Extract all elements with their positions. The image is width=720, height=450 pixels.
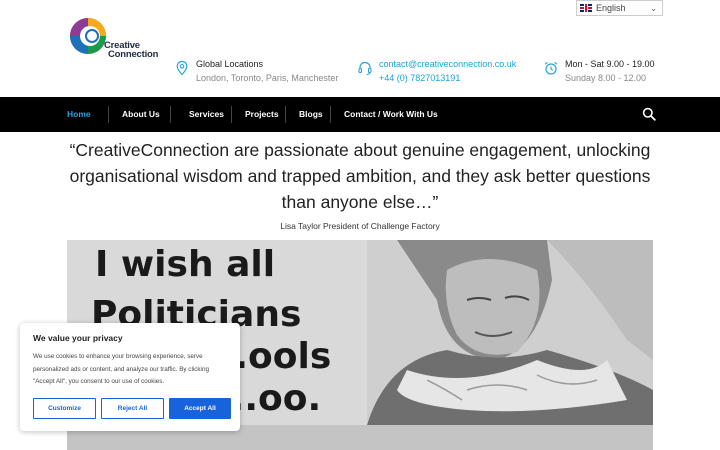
- cookie-buttons: Customize Reject All Accept All: [33, 398, 236, 419]
- nav-item-home[interactable]: Home: [67, 97, 91, 132]
- location-pin-icon: [176, 60, 188, 76]
- site-logo[interactable]: Creative Connection: [68, 16, 160, 60]
- locations-detail: London, Toronto, Paris, Manchester: [196, 73, 339, 83]
- reject-all-button[interactable]: Reject All: [101, 398, 164, 419]
- nav-item-blogs[interactable]: Blogs: [299, 97, 323, 132]
- nav-item-contact[interactable]: Contact / Work With Us: [344, 97, 438, 132]
- nav-item-projects[interactable]: Projects: [245, 97, 279, 132]
- cookie-consent-dialog: We value your privacy We use cookies to …: [20, 323, 240, 431]
- locations-title: Global Locations: [196, 59, 264, 69]
- uk-flag-icon: [580, 4, 592, 12]
- hours-weekdays: Mon - Sat 9.00 - 19.00: [565, 59, 655, 69]
- contact-phone-link[interactable]: +44 (0) 7827013191: [379, 72, 516, 84]
- chevron-down-icon: ⌄: [650, 4, 657, 13]
- header-contact: contact@creativeconnection.co.uk +44 (0)…: [357, 58, 516, 84]
- search-icon[interactable]: [642, 107, 656, 121]
- testimonial-author: Lisa Taylor President of Challenge Facto…: [280, 221, 440, 231]
- alarm-clock-icon: [544, 61, 558, 75]
- nav-divider: [108, 106, 109, 123]
- testimonial-quote: “CreativeConnection are passionate about…: [69, 140, 651, 212]
- nav-item-about-us[interactable]: About Us: [122, 97, 160, 132]
- cookie-title: We value your privacy: [33, 333, 123, 343]
- main-navigation: Home About Us Services Projects Blogs Co…: [0, 97, 720, 132]
- logo-text-line2: Connection: [108, 49, 159, 60]
- hours-sunday: Sunday 8.00 - 12.00: [565, 73, 647, 83]
- nav-divider: [330, 106, 331, 123]
- nav-divider: [231, 106, 232, 123]
- nav-item-services[interactable]: Services: [189, 97, 224, 132]
- nav-divider: [170, 106, 171, 123]
- header-hours: Mon - Sat 9.00 - 19.00 Sunday 8.00 - 12.…: [543, 58, 655, 84]
- logo-swirl-icon: [70, 18, 106, 54]
- nav-divider: [285, 106, 286, 123]
- language-selector[interactable]: English ⌄: [576, 0, 663, 16]
- header-locations: Global Locations London, Toronto, Paris,…: [174, 58, 338, 84]
- language-label: English: [596, 3, 626, 13]
- cookie-body: We use cookies to enhance your browsing …: [33, 353, 209, 386]
- accept-all-button[interactable]: Accept All: [169, 398, 231, 419]
- headset-icon: [358, 61, 372, 75]
- customize-button[interactable]: Customize: [33, 398, 96, 419]
- contact-email-link[interactable]: contact@creativeconnection.co.uk: [379, 58, 516, 70]
- illustration-text-line: I wish all: [95, 244, 275, 285]
